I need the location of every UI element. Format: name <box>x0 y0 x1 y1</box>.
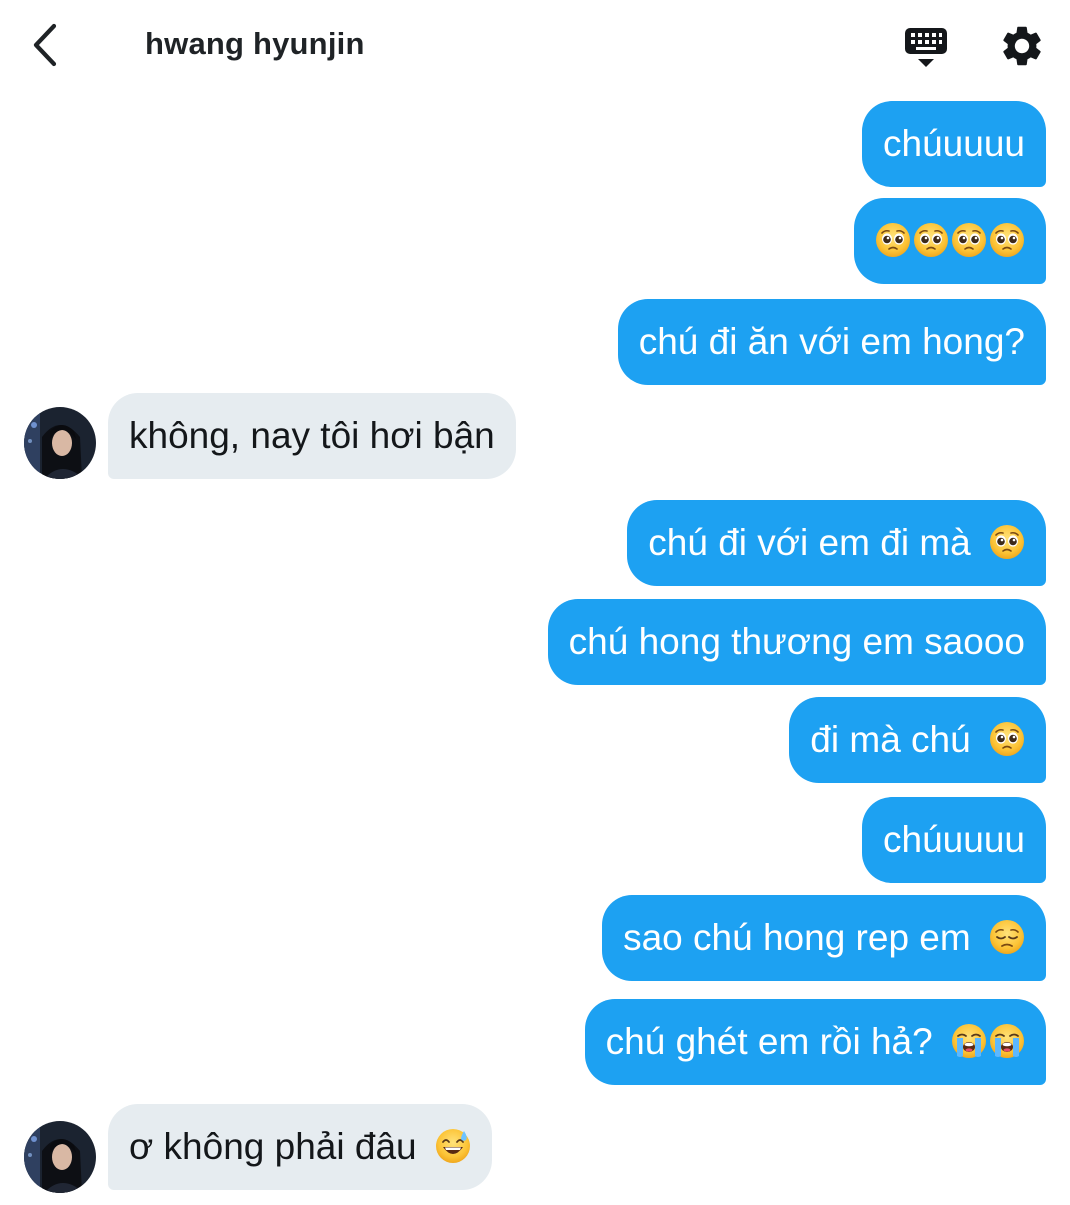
message-text: chú đi ăn với em hong? <box>638 321 1025 362</box>
message-bubble-outgoing[interactable]: đi mà chú <box>789 697 1046 783</box>
loudly-crying-face-icon <box>951 1023 987 1059</box>
message-text: đi mà chú <box>810 719 971 760</box>
message-text: chú hong thương em saooo <box>568 621 1025 662</box>
message-text: chú đi với em đi mà <box>648 522 971 563</box>
message-bubble-incoming[interactable]: ơ không phải đâu <box>108 1104 492 1190</box>
message-text: chúuuuu <box>883 819 1025 860</box>
chat-header: hwang hyunjin <box>0 0 1070 92</box>
message-text: chúuuuu <box>883 123 1025 164</box>
pensive-face-icon <box>989 919 1025 955</box>
chevron-left-icon <box>33 23 57 67</box>
message-bubble-outgoing[interactable]: chú ghét em rồi hả? <box>584 999 1046 1085</box>
message-bubble-outgoing[interactable]: chú đi với em đi mà <box>627 500 1046 586</box>
pleading-face-icon <box>989 524 1025 560</box>
grinning-sweat-face-icon <box>435 1128 471 1164</box>
contact-name[interactable]: hwang hyunjin <box>145 26 365 62</box>
message-bubble-outgoing[interactable]: chú đi ăn với em hong? <box>617 299 1046 385</box>
message-bubble-incoming[interactable]: không, nay tôi hơi bận <box>108 393 516 479</box>
message-text: sao chú hong rep em <box>623 917 971 958</box>
profile-photo <box>24 1121 96 1193</box>
keyboard-shortcuts-button[interactable] <box>903 22 949 72</box>
profile-photo <box>24 407 96 479</box>
message-text: ơ không phải đâu <box>129 1126 417 1167</box>
message-text: không, nay tôi hơi bận <box>129 415 495 456</box>
gear-icon <box>1003 26 1041 66</box>
message-bubble-outgoing[interactable] <box>854 198 1046 284</box>
keyboard-icon <box>905 28 947 67</box>
message-text: chú ghét em rồi hả? <box>605 1021 933 1062</box>
pleading-face-icon <box>989 222 1025 258</box>
message-bubble-outgoing[interactable]: chúuuuu <box>862 797 1046 883</box>
avatar[interactable] <box>24 1121 96 1193</box>
settings-button[interactable] <box>998 22 1046 70</box>
message-bubble-outgoing[interactable]: chú hong thương em saooo <box>547 599 1046 685</box>
avatar[interactable] <box>24 407 96 479</box>
pleading-face-icon <box>913 222 949 258</box>
message-bubble-outgoing[interactable]: sao chú hong rep em <box>602 895 1046 981</box>
pleading-face-icon <box>989 721 1025 757</box>
pleading-face-icon <box>951 222 987 258</box>
pleading-face-icon <box>875 222 911 258</box>
back-button[interactable] <box>22 20 68 70</box>
loudly-crying-face-icon <box>989 1023 1025 1059</box>
message-bubble-outgoing[interactable]: chúuuuu <box>862 101 1046 187</box>
